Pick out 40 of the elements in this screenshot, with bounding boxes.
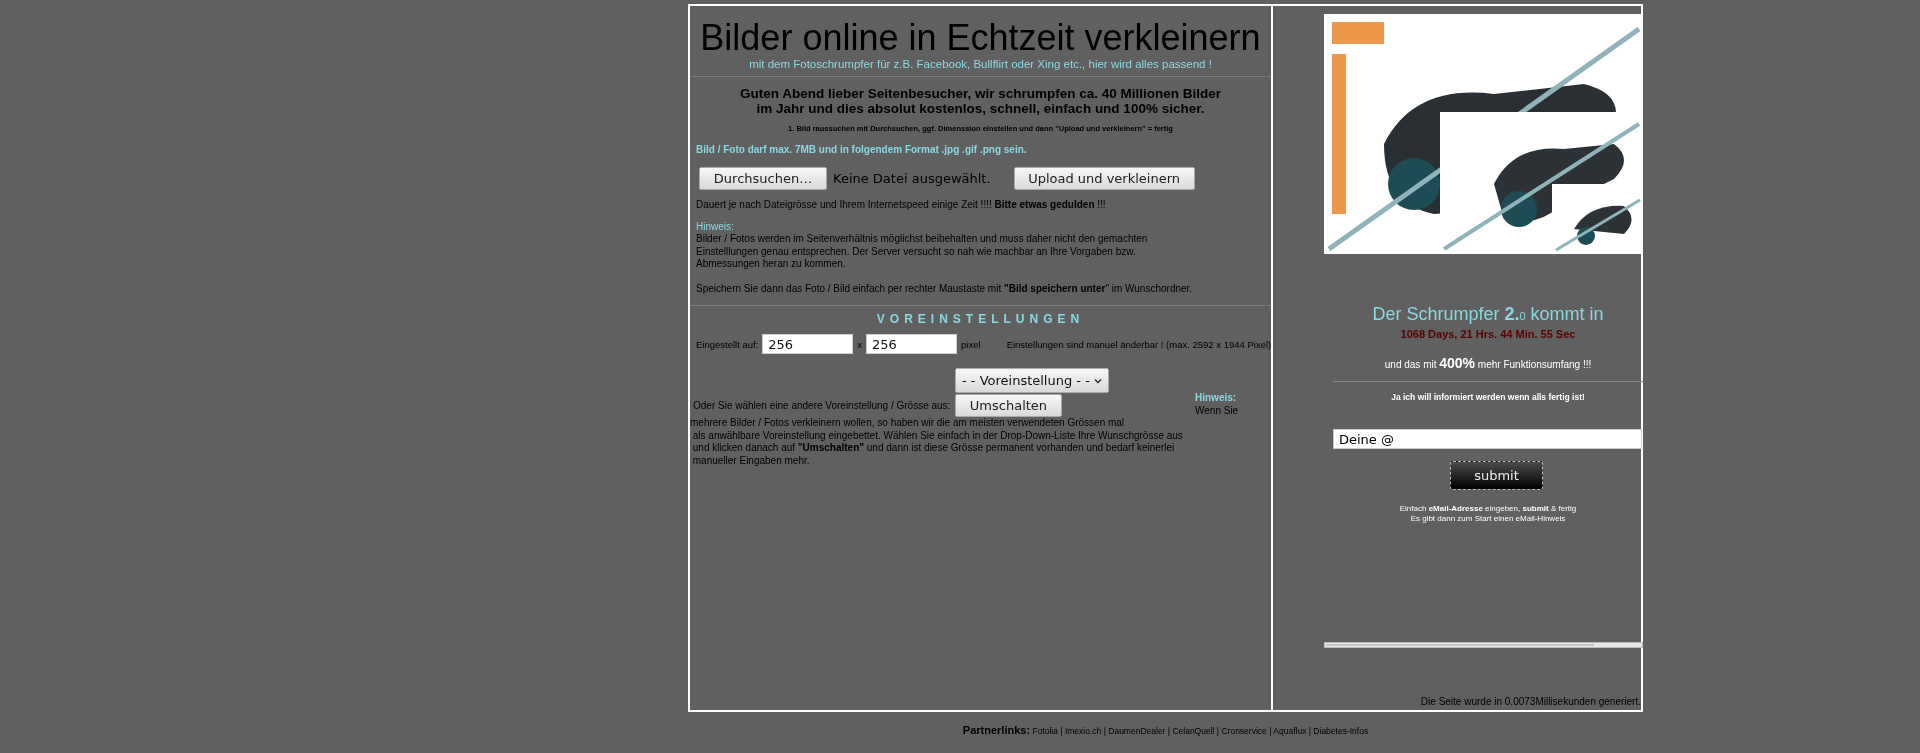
submit-button[interactable]: submit	[1450, 461, 1543, 490]
link-separator: |	[1269, 726, 1272, 736]
unit-label: pixel	[961, 338, 981, 350]
page-subtitle: mit dem Fotoschrumpfer für z.B. Facebook, Bullflirt oder Xing etc., hier wird alles passend !	[748, 58, 1213, 71]
width-field[interactable]: 256	[762, 334, 854, 354]
signup-help: Einfach eMail-Adresse eingeben, submit & fertig Es gibt dann zum Start einen eMail-Hinweis	[1398, 504, 1578, 524]
link-separator: |	[1216, 726, 1220, 736]
email-field[interactable]: Deine @	[1333, 429, 1642, 449]
height-field[interactable]: 256	[866, 334, 958, 354]
size-label: Eingestellt auf:	[696, 338, 759, 350]
link-separator: |	[1060, 726, 1063, 736]
times-sign: x	[857, 338, 863, 350]
file-status: Keine Datei ausgewählt.	[833, 171, 991, 186]
link-separator: |	[1103, 726, 1106, 736]
link-separator: |	[1167, 726, 1171, 736]
hint-text: Bilder / Fotos werden im Seitenverhältnis möglichst beibehalten und muss daher nicht den gemachten Einstelllungen genau entsprechen. Der Server versucht so nah wie machbar an Ihre Vorgaben bzw. Abmessungen heran zu kommen.	[696, 233, 1149, 271]
page-title: Bilder online in Echtzeit verkleinern	[699, 16, 1262, 58]
choose-label: Oder Sie wählen eine andere Voreinstellung / Grösse aus:	[693, 400, 952, 411]
presets-heading: VOREINSTELLUNGEN	[875, 312, 1086, 326]
greeting-text: Guten Abend lieber Seitenbesucher, wir schrumpfen ca. 40 Millionen Bilder im Jahr und dies absolut kostenlos, schnell, einfach und 100% sicher.	[738, 86, 1223, 116]
partner-label: Partnerlinks:	[962, 724, 1031, 736]
feature-note: und das mit 400% mehr Funktionsumfang !!!	[1383, 355, 1593, 371]
wait-note: Dauert je nach Dateigrösse und Ihrem Internetspeed einige Zeit !!!! Bitte etwas gedulden !!!	[696, 199, 1107, 212]
countdown-timer: 1068 Days, 21 Hrs. 44 Min. 55 Sec	[1399, 328, 1577, 340]
manual-note: Einstellungen sind manuel änderbar ! (max. 2592 x 1944 Pixel)	[1006, 338, 1272, 350]
upload-button[interactable]: Upload und verkleinern	[1013, 167, 1195, 190]
save-note: Speichern Sie dann das Foto / Bild einfach per rechter Maustaste mit "Bild speichern unter" im Wunschordner.	[696, 282, 1194, 295]
signup-prompt: Ja ich will informiert werden wenn alls fertig ist!	[1390, 392, 1586, 402]
format-note: Bild / Foto darf max. 7MB und in folgendem Format .jpg .gif .png sein.	[696, 144, 1028, 155]
switch-button[interactable]: Umschalten	[955, 394, 1062, 417]
hint-text: mehrere Bilder / Fotos verkleinern wollen, so haben wir die am meisten verwendeten Grössen mal als anwählbare Voreinstellung eingebettet. Wählen Sie einfach in der Drop-Down-Liste Ihre Wunschgrösse aus und klicken danach auf "Umschalten" und dann ist diese Grösse permanent vorhanden und bedarf keinerlei manueller Eingaben mehr.	[690, 417, 1183, 467]
hint-label: Hinweis:	[696, 220, 735, 233]
hint-label: Hinweis:	[1195, 392, 1238, 405]
browse-button[interactable]: Durchsuchen…	[699, 167, 827, 190]
generation-note: Die Seite wurde in 0.0073Millisekunden generiert.	[1419, 696, 1641, 707]
hint-text: Wenn Sie	[1195, 404, 1240, 417]
caret-icon	[1093, 377, 1102, 384]
scrollbar[interactable]	[1324, 642, 1643, 648]
preset-dropdown[interactable]: - - Voreinstellung - -	[955, 368, 1109, 393]
link-separator: |	[1308, 726, 1311, 736]
